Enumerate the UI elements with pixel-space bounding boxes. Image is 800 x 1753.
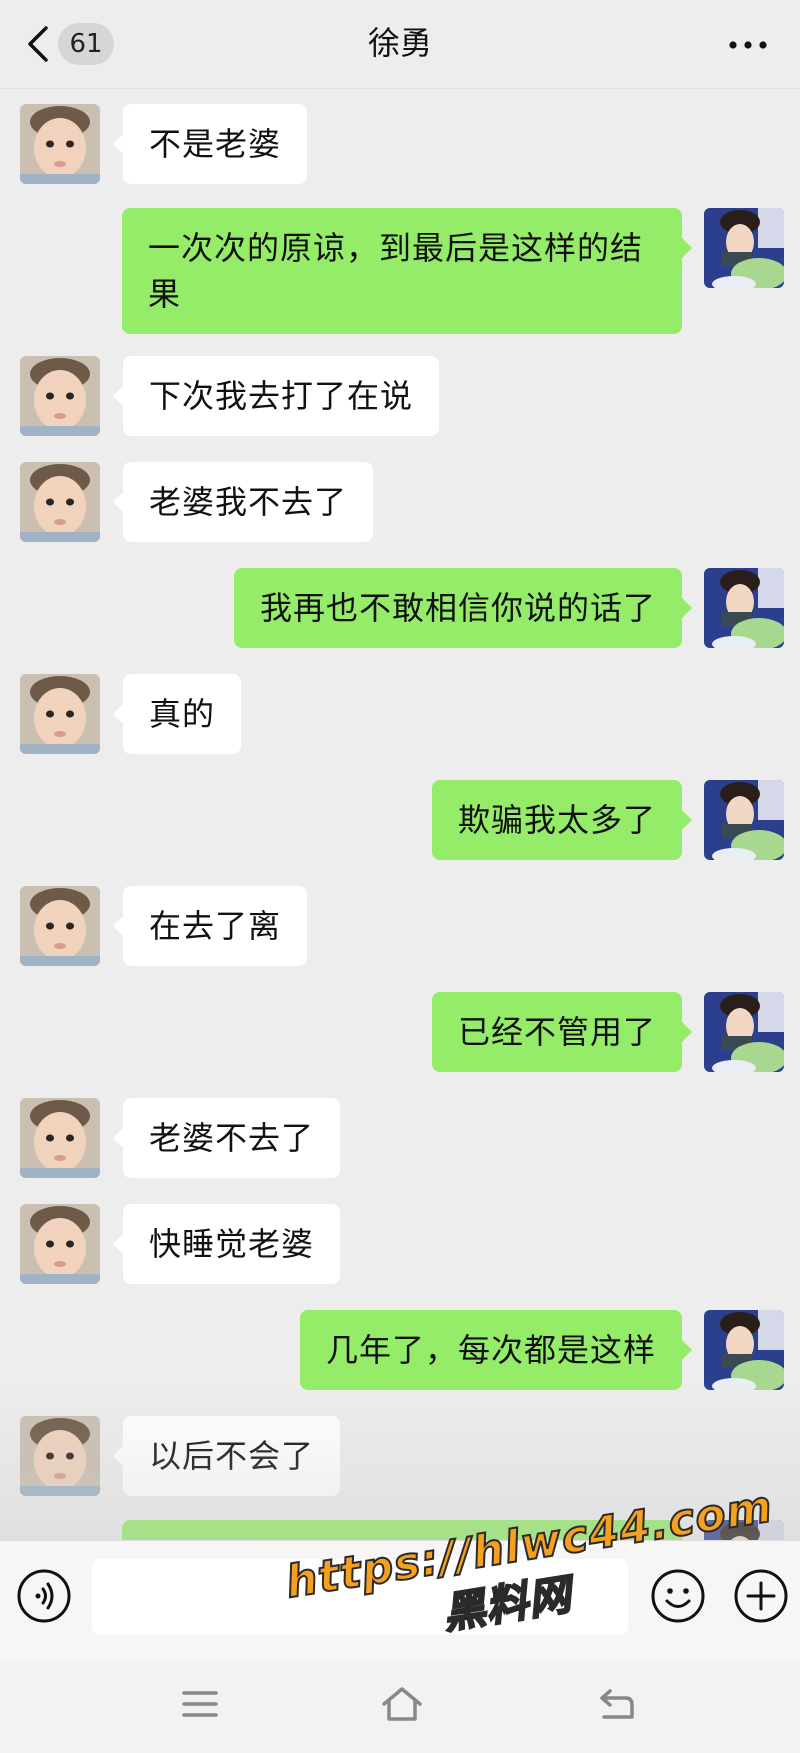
contact-avatar[interactable] — [20, 104, 100, 184]
contact-avatar[interactable] — [20, 886, 100, 966]
emoji-button[interactable] — [650, 1568, 706, 1624]
outgoing-message-bubble[interactable]: 一次次的原谅，到最后是这样的结果 — [122, 208, 692, 334]
contact-avatar[interactable] — [20, 674, 100, 754]
outgoing-message-bubble[interactable]: 已经不管用了 — [431, 992, 693, 1072]
nav-back-button[interactable] — [590, 1682, 642, 1730]
voice-icon — [16, 1569, 72, 1628]
back-arrow-icon — [596, 1685, 636, 1727]
system-nav-bar — [0, 1660, 800, 1753]
incoming-message-bubble[interactable]: 老婆我不去了 — [112, 462, 374, 542]
message-list[interactable]: 不是老婆 一次次的原谅，到最后是这样的结果 下次我去打了在说 老婆我不去了 我再… — [0, 90, 800, 1540]
chevron-left-icon — [24, 22, 52, 66]
input-bar — [0, 1540, 800, 1661]
outgoing-message-bubble[interactable]: 几年了，每次都是这样 — [299, 1310, 693, 1390]
outgoing-message-bubble[interactable]: 我再也不敢相信你说的话了 — [233, 568, 693, 648]
contact-avatar[interactable] — [20, 356, 100, 436]
user-avatar[interactable] — [704, 1520, 784, 1540]
incoming-message-bubble[interactable]: 不是老婆 — [112, 104, 308, 184]
back-button[interactable]: 61 — [24, 22, 124, 66]
user-avatar[interactable] — [704, 780, 784, 860]
contact-avatar[interactable] — [20, 462, 100, 542]
incoming-message-bubble[interactable]: 下次我去打了在说 — [112, 356, 440, 436]
home-icon — [380, 1684, 424, 1728]
more-button[interactable] — [718, 22, 778, 66]
incoming-message-bubble[interactable]: 老婆不去了 — [112, 1098, 341, 1178]
contact-avatar[interactable] — [20, 1204, 100, 1284]
voice-button[interactable] — [16, 1568, 72, 1624]
outgoing-message-bubble[interactable] — [122, 1520, 682, 1540]
more-functions-button[interactable] — [733, 1568, 789, 1624]
nav-home-button[interactable] — [376, 1682, 428, 1730]
message-input[interactable] — [92, 1559, 628, 1635]
contact-avatar[interactable] — [20, 1416, 100, 1496]
menu-icon — [180, 1687, 220, 1725]
contact-avatar[interactable] — [20, 1098, 100, 1178]
chat-screen: 61 徐勇 不是老婆 一次次的原谅，到最后是这样的结果 下次我去打了在说 老婆我… — [0, 0, 800, 1753]
incoming-message-bubble[interactable]: 快睡觉老婆 — [112, 1204, 341, 1284]
user-avatar[interactable] — [704, 1310, 784, 1390]
incoming-message-bubble[interactable]: 真的 — [112, 674, 242, 754]
incoming-message-bubble[interactable]: 以后不会了 — [112, 1416, 341, 1496]
plus-circle-icon — [733, 1569, 789, 1628]
nav-menu-button[interactable] — [174, 1682, 226, 1730]
user-avatar[interactable] — [704, 992, 784, 1072]
chat-title: 徐勇 — [367, 24, 432, 62]
more-dots-icon — [728, 35, 768, 54]
unread-count-badge: 61 — [58, 23, 114, 65]
chat-header: 61 徐勇 — [0, 0, 800, 89]
user-avatar[interactable] — [704, 568, 784, 648]
incoming-message-bubble[interactable]: 在去了离 — [112, 886, 308, 966]
user-avatar[interactable] — [704, 208, 784, 288]
outgoing-message-bubble[interactable]: 欺骗我太多了 — [431, 780, 693, 860]
emoji-icon — [650, 1569, 706, 1628]
